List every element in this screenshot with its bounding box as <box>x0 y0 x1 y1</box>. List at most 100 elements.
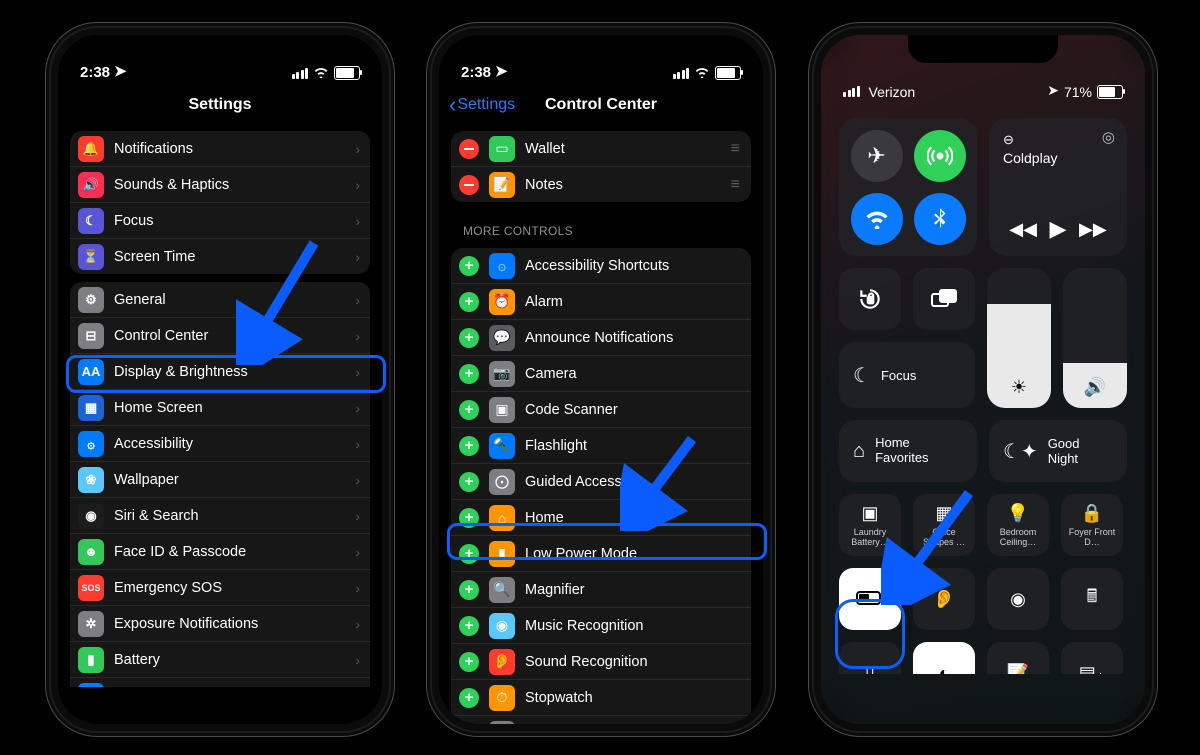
notes-icon: 📝 <box>1007 663 1029 684</box>
settings-row-siri-search[interactable]: ◉ Siri & Search › <box>70 497 370 533</box>
settings-row-privacy[interactable]: ✋ Privacy › <box>70 677 370 713</box>
row-label: Home Screen <box>114 400 355 416</box>
home-tile-foyer-front-d-[interactable]: 🔒 Foyer Front D… <box>1061 494 1123 556</box>
add-button[interactable]: + <box>459 616 479 636</box>
more-row-code-scanner[interactable]: + ▣ Code Scanner <box>451 391 751 427</box>
airplay-icon[interactable]: ◎ <box>1102 128 1115 146</box>
add-button[interactable]: + <box>459 472 479 492</box>
rewind-button[interactable]: ◀◀ <box>1009 219 1037 240</box>
dark-mode-button[interactable]: ◐ <box>913 642 975 704</box>
row-label: Accessibility Shortcuts <box>525 258 741 274</box>
add-button[interactable]: + <box>459 436 479 456</box>
back-button[interactable]: ‹Settings <box>449 94 515 116</box>
chevron-right-icon: › <box>355 616 360 632</box>
more-row-sound-recognition[interactable]: + 👂 Sound Recognition <box>451 643 751 679</box>
row-icon: ◉ <box>78 503 104 529</box>
row-icon: ◉ <box>489 613 515 639</box>
calculator-button[interactable]: 🖩 <box>1061 568 1123 630</box>
add-button[interactable]: + <box>459 652 479 672</box>
row-label: Sounds & Haptics <box>114 177 355 193</box>
more-row-music-recognition[interactable]: + ◉ Music Recognition <box>451 607 751 643</box>
add-button[interactable]: + <box>459 724 479 725</box>
brightness-slider[interactable]: ☀︎ <box>987 268 1051 408</box>
add-button[interactable]: + <box>459 400 479 420</box>
night-icon: ☾✦ <box>1003 439 1038 464</box>
status-time: 2:38 <box>461 64 491 81</box>
orientation-lock[interactable] <box>839 268 901 330</box>
bluetooth-toggle[interactable] <box>914 193 966 245</box>
remove-button[interactable] <box>459 139 479 159</box>
add-button[interactable]: + <box>459 688 479 708</box>
settings-row-battery[interactable]: ▮ Battery › <box>70 641 370 677</box>
add-button[interactable]: + <box>459 580 479 600</box>
settings-row-home-screen[interactable]: ▦ Home Screen › <box>70 389 370 425</box>
highlight-low-power-mode <box>447 523 767 560</box>
row-icon: 📝 <box>489 172 515 198</box>
chevron-right-icon: › <box>355 400 360 416</box>
quick-note-button[interactable]: ▤₊ <box>1061 642 1123 704</box>
settings-row-emergency-sos[interactable]: SOS Emergency SOS › <box>70 569 370 605</box>
add-button[interactable]: + <box>459 364 479 384</box>
row-label: Notes <box>525 177 731 193</box>
sun-icon: ☀︎ <box>1011 377 1027 398</box>
tile-icon: 🔒 <box>1081 503 1103 524</box>
included-row-notes[interactable]: 📝 Notes ≡ <box>451 166 751 202</box>
more-row-stopwatch[interactable]: + ⏱ Stopwatch <box>451 679 751 715</box>
record-icon: ◉ <box>1010 589 1026 610</box>
home-tile-bedroom-ceiling-[interactable]: 💡 Bedroom Ceiling… <box>987 494 1049 556</box>
play-button[interactable]: ▶ <box>1050 216 1067 242</box>
more-row-alarm[interactable]: + ⏰ Alarm <box>451 283 751 319</box>
scene-home-favorites[interactable]: ⌂Home Favorites <box>839 420 977 482</box>
wifi-icon <box>694 65 710 81</box>
settings-row-wallpaper[interactable]: ❀ Wallpaper › <box>70 461 370 497</box>
screen-record-button[interactable]: ◉ <box>987 568 1049 630</box>
notes-button[interactable]: 📝 <box>987 642 1049 704</box>
row-icon: ✲ <box>78 611 104 637</box>
remove-button[interactable] <box>459 175 479 195</box>
settings-row-focus[interactable]: ☾ Focus › <box>70 202 370 238</box>
scene-good-night[interactable]: ☾✦Good Night <box>989 420 1127 482</box>
row-icon: 📷 <box>489 361 515 387</box>
add-button[interactable]: + <box>459 292 479 312</box>
more-row-guided-access[interactable]: + ⨀ Guided Access <box>451 463 751 499</box>
airplane-toggle[interactable]: ✈︎ <box>851 130 903 182</box>
settings-row-notifications[interactable]: 🔔 Notifications › <box>70 131 370 166</box>
focus-button[interactable]: ☾Focus <box>839 342 975 408</box>
add-button[interactable]: + <box>459 256 479 276</box>
more-row-announce-notifications[interactable]: + 💬 Announce Notifications <box>451 319 751 355</box>
media-panel[interactable]: ◎ ⊖ Coldplay ◀◀ ▶ ▶▶ <box>989 118 1127 256</box>
forward-button[interactable]: ▶▶ <box>1079 219 1107 240</box>
more-row-camera[interactable]: + 📷 Camera <box>451 355 751 391</box>
chevron-right-icon: › <box>355 292 360 308</box>
more-row-text-size[interactable]: + Aa Text Size <box>451 715 751 724</box>
row-icon: ⊟ <box>78 323 104 349</box>
chevron-right-icon: › <box>355 436 360 452</box>
row-label: Music Recognition <box>525 618 741 634</box>
annotation-arrow <box>881 485 981 605</box>
row-icon: ▦ <box>78 395 104 421</box>
status-time: 2:38 <box>80 64 110 81</box>
screen-mirroring[interactable] <box>913 268 975 330</box>
chevron-right-icon: › <box>355 688 360 704</box>
row-icon: ۞ <box>78 431 104 457</box>
cellular-toggle[interactable] <box>914 130 966 182</box>
settings-row-accessibility[interactable]: ۞ Accessibility › <box>70 425 370 461</box>
row-icon: 🔦 <box>489 433 515 459</box>
included-row-wallet[interactable]: ▭ Wallet ≡ <box>451 131 751 166</box>
volume-slider[interactable]: 🔊 <box>1063 268 1127 408</box>
more-row-flashlight[interactable]: + 🔦 Flashlight <box>451 427 751 463</box>
annotation-arrow <box>236 235 326 365</box>
page-title: Settings <box>188 96 251 114</box>
settings-row-sounds-haptics[interactable]: 🔊 Sounds & Haptics › <box>70 166 370 202</box>
drag-handle-icon[interactable]: ≡ <box>731 140 741 158</box>
wifi-toggle[interactable] <box>851 193 903 245</box>
connectivity-panel[interactable]: ✈︎ <box>839 118 977 256</box>
add-button[interactable]: + <box>459 328 479 348</box>
more-row-magnifier[interactable]: + 🔍 Magnifier <box>451 571 751 607</box>
more-row-accessibility-shortcuts[interactable]: + ۞ Accessibility Shortcuts <box>451 248 751 283</box>
settings-row-face-id-passcode[interactable]: ☻ Face ID & Passcode › <box>70 533 370 569</box>
settings-row-exposure-notifications[interactable]: ✲ Exposure Notifications › <box>70 605 370 641</box>
row-icon: ❀ <box>78 467 104 493</box>
drag-handle-icon[interactable]: ≡ <box>731 176 741 194</box>
chevron-right-icon: › <box>355 652 360 668</box>
